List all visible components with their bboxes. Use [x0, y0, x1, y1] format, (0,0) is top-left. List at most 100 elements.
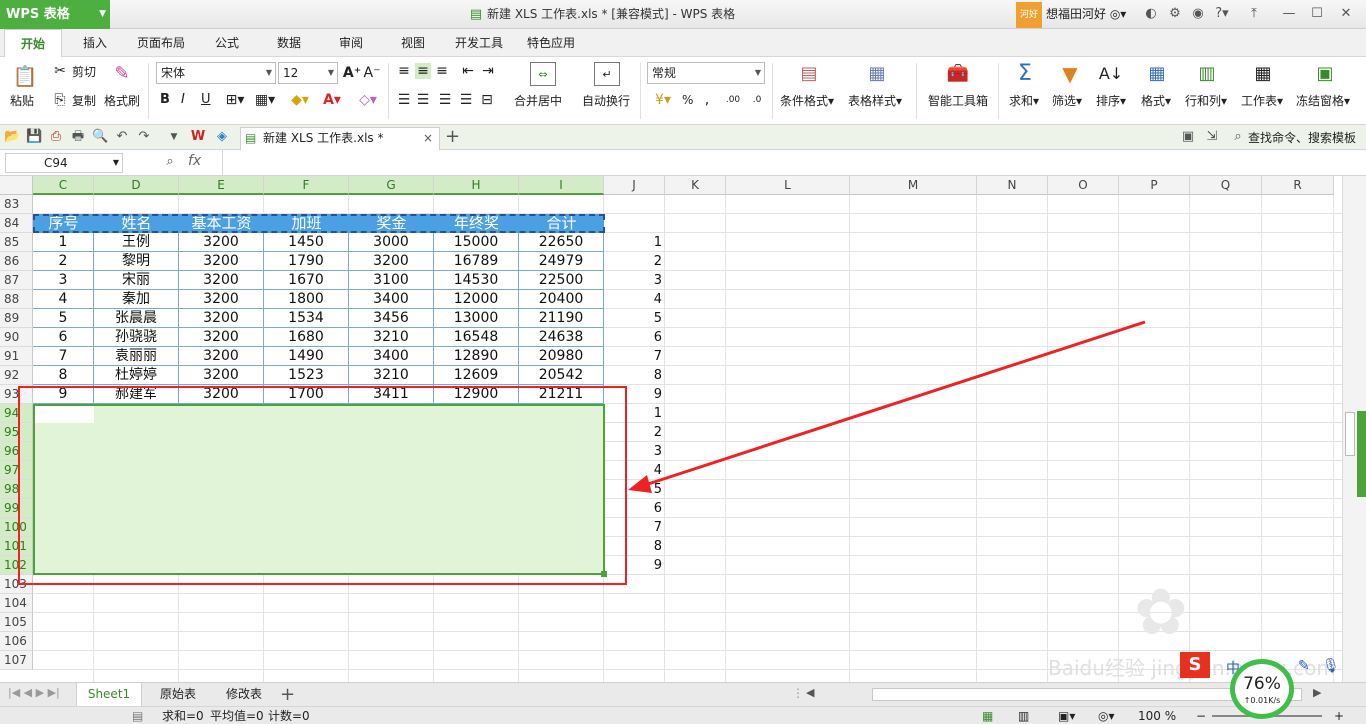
user-badge[interactable]: 河好 [1016, 2, 1042, 28]
document-tab[interactable]: ▤ 新建 XLS 工作表.xls * × [240, 127, 440, 150]
format-painter-button[interactable]: 格式刷 [104, 93, 140, 109]
column-header-m[interactable]: M [850, 176, 977, 195]
table-cell[interactable]: 24979 [519, 252, 604, 271]
new-tab-icon[interactable]: + [445, 126, 460, 147]
number-format-select[interactable]: 常规 ▼ [647, 62, 765, 84]
row-header-92[interactable]: 92 [0, 366, 33, 385]
column-header-i[interactable]: I [519, 176, 604, 195]
indent-left-icon[interactable]: ⇤ [460, 63, 476, 79]
cut-button[interactable]: 剪切 [72, 64, 96, 80]
close-tab-icon[interactable]: × [423, 128, 433, 149]
column-j-cell[interactable]: 5 [605, 309, 662, 328]
normal-view-icon[interactable]: ▦ [982, 707, 993, 724]
row-header-105[interactable]: 105 [0, 613, 33, 632]
user-name[interactable]: 想福田河好 ◎▾ [1046, 0, 1126, 29]
close-icon[interactable]: ✕ [1338, 6, 1354, 22]
skin-icon[interactable]: ◐ [1143, 6, 1159, 22]
format-button[interactable]: 格式▾ [1141, 93, 1171, 109]
column-header-j[interactable]: J [604, 176, 665, 195]
row-header-88[interactable]: 88 [0, 290, 33, 309]
column-header-q[interactable]: Q [1190, 176, 1262, 195]
column-j-cell[interactable]: 8 [605, 366, 662, 385]
column-header-h[interactable]: H [434, 176, 519, 195]
table-cell[interactable]: 1670 [264, 271, 349, 290]
table-cell[interactable]: 1790 [264, 252, 349, 271]
table-cell[interactable]: 3400 [349, 347, 434, 366]
tab-data[interactable]: 数据 [268, 29, 310, 57]
table-cell[interactable]: 杜婷婷 [94, 366, 179, 385]
row-header-91[interactable]: 91 [0, 347, 33, 366]
column-header-p[interactable]: P [1119, 176, 1190, 195]
font-name-select[interactable]: 宋体 ▼ [156, 62, 276, 84]
tab-developer[interactable]: 开发工具 [448, 29, 510, 57]
row-header-106[interactable]: 106 [0, 632, 33, 651]
table-cell[interactable]: 20400 [519, 290, 604, 309]
page-break-icon[interactable]: ▥ [1018, 707, 1029, 724]
align-center-icon[interactable]: ☰ [415, 92, 431, 108]
align-bottom-icon[interactable]: ≡ [434, 63, 450, 79]
row-header-107[interactable]: 107 [0, 651, 33, 670]
percent-button[interactable]: % [682, 92, 693, 108]
table-cell[interactable]: 3200 [179, 328, 264, 347]
name-box[interactable]: C94 ▼ [5, 153, 123, 173]
distribute-icon[interactable]: ⊟ [479, 92, 495, 108]
table-cell[interactable]: 12000 [434, 290, 519, 309]
row-header-84[interactable]: 84 [0, 214, 33, 233]
column-header-g[interactable]: G [349, 176, 434, 195]
tab-review[interactable]: 审阅 [330, 29, 372, 57]
table-cell[interactable]: 王例 [94, 233, 179, 252]
row-col-button[interactable]: 行和列▾ [1185, 93, 1227, 109]
table-cell[interactable]: 3200 [179, 309, 264, 328]
table-cell[interactable]: 12890 [434, 347, 519, 366]
print-icon[interactable]: 🖶 [70, 129, 86, 145]
tab-insert[interactable]: 插入 [74, 29, 116, 57]
open-icon[interactable]: 📂 [4, 129, 20, 145]
cell-style-icon[interactable]: ▦▾ [252, 91, 278, 109]
justify-icon[interactable]: ☰ [458, 92, 474, 108]
table-cell[interactable]: 3200 [179, 366, 264, 385]
table-cell[interactable]: 2 [33, 252, 94, 271]
table-cell[interactable]: 14530 [434, 271, 519, 290]
network-speed-widget[interactable]: 76% ↑0.01K/s [1230, 659, 1294, 719]
wrap-text-button[interactable]: 自动换行 [582, 93, 630, 109]
sum-button[interactable]: 求和▾ [1009, 93, 1039, 109]
table-cell[interactable]: 1 [33, 233, 94, 252]
table-cell[interactable]: 3200 [179, 233, 264, 252]
row-header-104[interactable]: 104 [0, 594, 33, 613]
filter-button[interactable]: 筛选▾ [1052, 93, 1082, 109]
search-command-input[interactable]: 查找命令、搜索模板 [1248, 129, 1356, 146]
share-icon[interactable]: ⇲ [1204, 129, 1220, 145]
restore-ribbon-icon[interactable]: ⤒ [1246, 6, 1262, 22]
column-header-c[interactable]: C [33, 176, 94, 195]
select-all-corner[interactable] [0, 176, 33, 195]
table-cell[interactable]: 3200 [179, 271, 264, 290]
currency-icon[interactable]: ¥▾ [650, 91, 676, 109]
zoom-icon[interactable]: ⌕ [162, 154, 178, 170]
sort-button[interactable]: 排序▾ [1096, 93, 1126, 109]
table-cell[interactable]: 6 [33, 328, 94, 347]
paste-icon[interactable]: 📋 [12, 63, 38, 89]
column-header-n[interactable]: N [977, 176, 1048, 195]
table-cell[interactable]: 3200 [179, 252, 264, 271]
maximize-icon[interactable]: ☐ [1309, 6, 1325, 22]
row-header-89[interactable]: 89 [0, 309, 33, 328]
save-icon[interactable]: 💾 [26, 129, 42, 145]
table-cell[interactable]: 20542 [519, 366, 604, 385]
column-header-k[interactable]: K [665, 176, 726, 195]
tab-view[interactable]: 视图 [392, 29, 434, 57]
undo-icon[interactable]: ↶ [114, 129, 130, 145]
underline-button[interactable]: U [201, 92, 211, 108]
increase-font-icon[interactable]: A⁺ [343, 64, 361, 82]
table-cell[interactable]: 3200 [349, 252, 434, 271]
worksheet-button[interactable]: 工作表▾ [1241, 93, 1283, 109]
sheet-tab-modified[interactable]: 修改表 [212, 683, 276, 707]
table-cell[interactable]: 16789 [434, 252, 519, 271]
table-cell[interactable]: 12609 [434, 366, 519, 385]
customize-toolbar-icon[interactable]: ▼ [166, 129, 182, 145]
table-cell[interactable]: 秦加 [94, 290, 179, 309]
column-j-cell[interactable]: 6 [605, 328, 662, 347]
table-cell[interactable]: 3000 [349, 233, 434, 252]
table-cell[interactable]: 孙骁骁 [94, 328, 179, 347]
table-cell[interactable]: 1450 [264, 233, 349, 252]
table-cell[interactable]: 3400 [349, 290, 434, 309]
